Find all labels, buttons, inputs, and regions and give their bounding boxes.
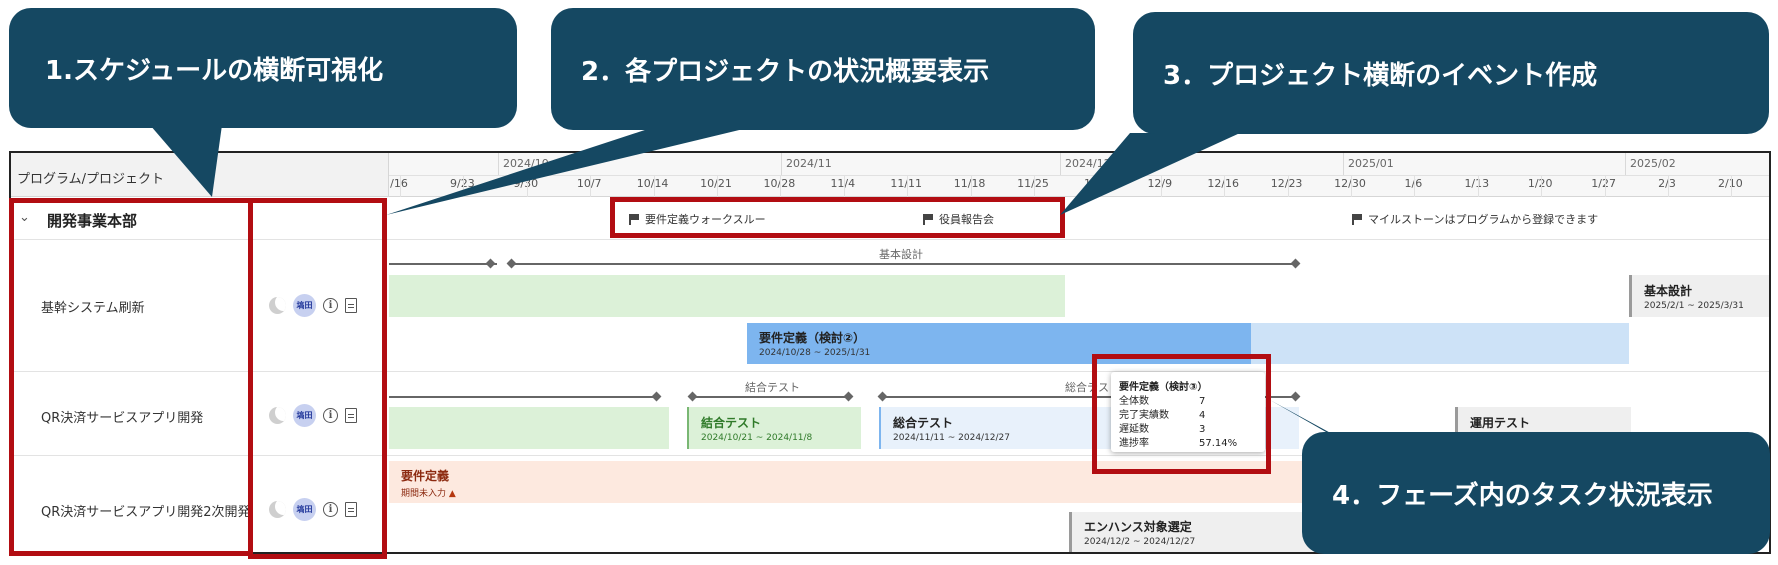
callout-3-text: 3．プロジェクト横断のイベント作成 [1163, 60, 1598, 91]
callout-3: 3．プロジェクト横断のイベント作成 [1133, 12, 1769, 134]
callout-4-text: 4．フェーズ内のタスク状況表示 [1332, 480, 1713, 511]
callout-2-text: 2．各プロジェクトの状況概要表示 [581, 56, 990, 87]
annotated-screenshot: 1.スケジュールの横断可視化 2．各プロジェクトの状況概要表示 3．プロジェクト… [0, 0, 1778, 565]
callout-1-text: 1.スケジュールの横断可視化 [45, 55, 384, 86]
callout-4: 4．フェーズ内のタスク状況表示 [1302, 432, 1770, 554]
callout-2: 2．各プロジェクトの状況概要表示 [551, 8, 1095, 130]
callout-1: 1.スケジュールの横断可視化 [9, 8, 517, 128]
